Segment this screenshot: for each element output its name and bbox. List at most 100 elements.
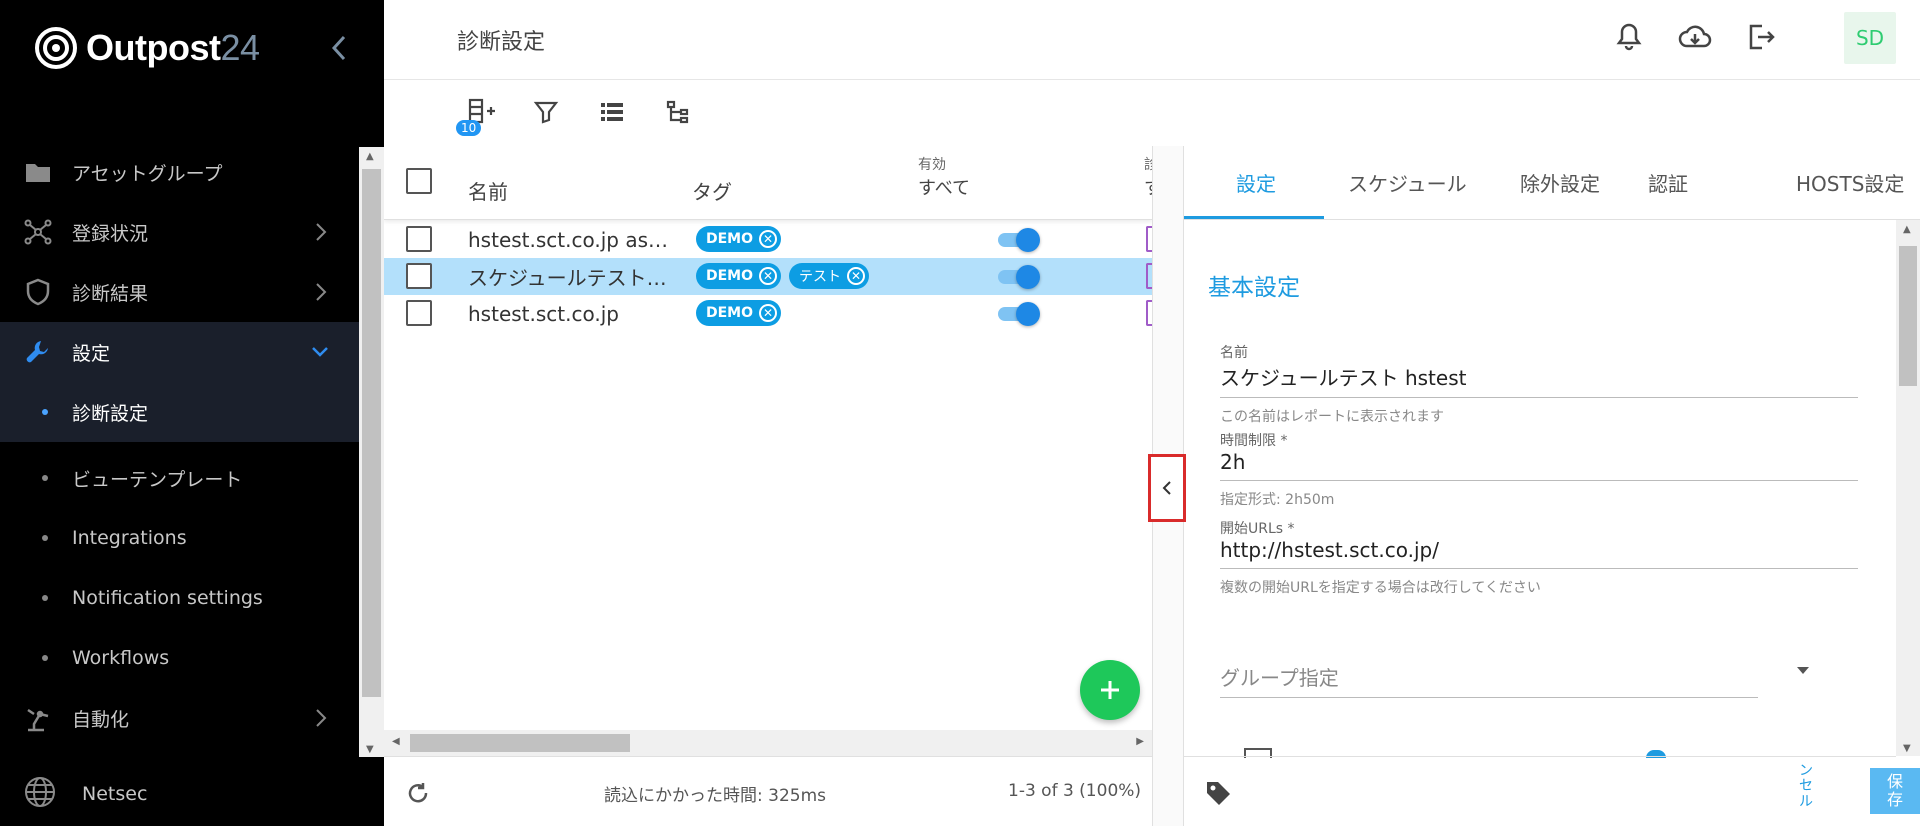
sidebar-subitem-workflows[interactable]: Workflows	[0, 628, 359, 688]
dropdown-arrow-icon[interactable]	[1796, 666, 1810, 676]
remove-tag-icon[interactable]: ✕	[847, 267, 866, 285]
tab-schedule[interactable]: スケジュール	[1348, 168, 1467, 197]
remove-tag-icon[interactable]: ✕	[759, 230, 778, 248]
sidebar-item-registration[interactable]: 登録状況	[0, 202, 359, 262]
tag-icon[interactable]	[1204, 779, 1232, 807]
tab-hosts-settings[interactable]: HOSTS設定	[1796, 168, 1904, 197]
row-name: hstest.sct.co.jp	[468, 301, 619, 326]
tag-chip[interactable]: DEMO ✕	[696, 226, 782, 252]
partial-filter-value[interactable]: す	[1144, 174, 1152, 200]
sidebar-item-netsec[interactable]: Netsec	[0, 764, 147, 824]
refresh-icon[interactable]	[406, 781, 430, 805]
filter-button[interactable]	[528, 94, 564, 130]
sidebar-item-label: 診断結果	[72, 282, 149, 305]
field-hint: この名前はレポートに表示されます	[1220, 409, 1444, 425]
sidebar-item-settings[interactable]: 設定	[0, 322, 359, 382]
add-button[interactable]	[1080, 660, 1140, 720]
sidebar-subitem-scan-settings[interactable]: 診断設定	[0, 382, 359, 442]
tab-settings[interactable]: 設定	[1236, 168, 1276, 197]
collapse-detail-panel-button[interactable]	[1148, 454, 1186, 522]
tag-chip[interactable]: DEMO ✕	[696, 300, 782, 326]
select-all-checkbox[interactable]	[406, 168, 432, 194]
tag-chip[interactable]: DEMO ✕	[696, 263, 782, 289]
sidebar-subitem-notification-settings[interactable]: Notification settings	[0, 568, 359, 628]
row-checkbox[interactable]	[406, 226, 432, 252]
remove-tag-icon[interactable]: ✕	[759, 267, 778, 285]
save-button[interactable]: 保 存	[1870, 768, 1920, 814]
table-row[interactable]: hstest.sct.co.jp DEMO ✕	[384, 295, 1152, 332]
row-name: スケジュールテスト ...	[468, 266, 668, 290]
avatar[interactable]: SD	[1844, 12, 1896, 64]
name-field[interactable]: 名前 スケジュールテスト hstest この名前はレポートに表示されます	[1220, 342, 1858, 426]
column-header-partial[interactable]: 診	[1144, 154, 1152, 174]
cloud-download-icon[interactable]	[1678, 22, 1712, 56]
row-checkbox[interactable]	[406, 263, 432, 289]
time-limit-input[interactable]: 2h	[1220, 450, 1858, 481]
scroll-down-icon[interactable]: ▼	[1903, 743, 1911, 754]
tab-authentication[interactable]: 認証	[1648, 168, 1688, 197]
cancel-button[interactable]: ンセル	[1796, 764, 1816, 816]
scrollbar-thumb[interactable]	[362, 169, 381, 697]
table-toolbar: 10	[384, 80, 1152, 146]
sidebar-subitem-integrations[interactable]: Integrations	[0, 508, 359, 568]
sidebar-item-automation[interactable]: 自動化	[0, 688, 359, 748]
chevron-left-icon	[1162, 481, 1171, 495]
detail-scrollbar[interactable]: ▲ ▼	[1896, 220, 1920, 756]
scrollbar-thumb[interactable]	[410, 734, 630, 752]
field-label: 開始URLs *	[1220, 521, 1295, 537]
tag-chip[interactable]: テスト ✕	[789, 263, 870, 289]
folder-icon	[22, 156, 54, 188]
scroll-up-icon[interactable]: ▲	[1903, 224, 1911, 235]
active-tab-indicator	[1184, 216, 1324, 219]
tab-exclusions[interactable]: 除外設定	[1520, 168, 1600, 197]
column-header-active[interactable]: 有効	[918, 154, 946, 174]
start-urls-field[interactable]: 開始URLs * http://hstest.sct.co.jp/ 複数の開始U…	[1220, 518, 1858, 597]
table-row[interactable]: hstest.sct.co.jp asset... DEMO✕	[384, 221, 1152, 258]
column-header-tag[interactable]: タグ	[692, 176, 732, 205]
scroll-up-icon[interactable]: ▲	[366, 151, 374, 162]
globe-icon	[24, 776, 56, 813]
list-view-button[interactable]	[594, 94, 630, 130]
tree-view-button[interactable]	[660, 94, 696, 130]
sidebar-collapse-button[interactable]	[324, 30, 354, 66]
enabled-toggle[interactable]	[998, 265, 1040, 289]
table-horizontal-scrollbar[interactable]: ◀ ▶	[384, 730, 1152, 756]
sidebar-nav: アセットグループ 登録状況 診断結果 設定 診断設定 ビューテンプレート Int…	[0, 142, 359, 748]
time-limit-field[interactable]: 時間制限 * 2h 指定形式: 2h50m	[1220, 430, 1858, 509]
column-header-name[interactable]: 名前	[468, 176, 508, 205]
sidebar-item-asset-groups[interactable]: アセットグループ	[0, 142, 359, 202]
group-select[interactable]: グループ指定	[1220, 662, 1758, 698]
field-label: 時間制限 *	[1220, 433, 1288, 449]
notification-bell-icon[interactable]	[1616, 22, 1642, 56]
field-label: 名前	[1220, 345, 1248, 361]
scrollbar-thumb[interactable]	[1899, 246, 1917, 386]
name-input[interactable]: スケジュールテスト hstest	[1220, 362, 1858, 398]
active-filter-value[interactable]: すべて	[918, 174, 970, 200]
row-name: hstest.sct.co.jp asset...	[468, 227, 668, 252]
sidebar: Outpost24 アセットグループ 登録状況 診断結果 設定 診断設定 ビュー…	[0, 0, 384, 826]
scroll-left-icon[interactable]: ◀	[392, 736, 400, 747]
tree-icon	[666, 100, 689, 124]
logout-icon[interactable]	[1746, 22, 1776, 56]
start-urls-input[interactable]: http://hstest.sct.co.jp/	[1220, 538, 1858, 569]
table-row[interactable]: スケジュールテスト ... DEMO ✕ テスト ✕	[384, 258, 1152, 295]
scroll-right-icon[interactable]: ▶	[1136, 736, 1144, 747]
bullet-icon	[42, 409, 48, 415]
sidebar-item-results[interactable]: 診断結果	[0, 262, 359, 322]
enabled-toggle[interactable]	[998, 228, 1040, 252]
outpost24-logo[interactable]: Outpost24	[34, 26, 260, 70]
sidebar-item-label: 登録状況	[72, 222, 149, 245]
row-checkbox[interactable]	[406, 300, 432, 326]
scroll-down-icon[interactable]: ▼	[366, 744, 374, 755]
sidebar-item-label: 設定	[72, 342, 111, 365]
brand-name: Outpost24	[86, 27, 260, 68]
section-title: 基本設定	[1208, 275, 1300, 301]
sidebar-subitem-label: 診断設定	[72, 402, 149, 425]
filter-icon	[533, 101, 559, 124]
bullet-icon	[42, 595, 48, 601]
remove-tag-icon[interactable]: ✕	[759, 304, 778, 322]
field-hint: 複数の開始URLを指定する場合は改行してください	[1220, 580, 1541, 596]
enabled-toggle[interactable]	[998, 302, 1040, 326]
sidebar-subitem-view-templates[interactable]: ビューテンプレート	[0, 448, 359, 508]
sidebar-scrollbar[interactable]: ▲ ▼	[359, 147, 384, 757]
